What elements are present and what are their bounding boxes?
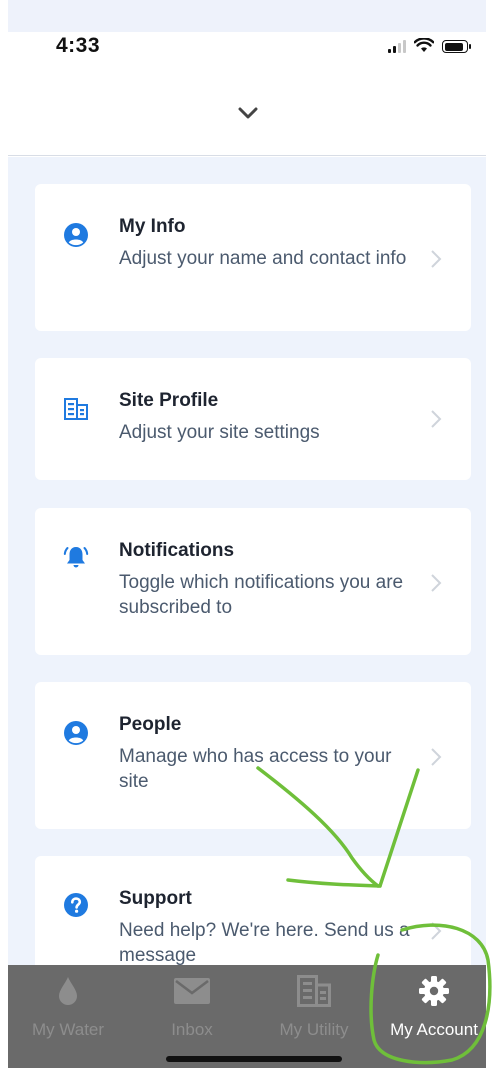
card-description: Manage who has access to your site — [119, 746, 392, 792]
tab-inbox[interactable]: Inbox — [142, 965, 242, 1045]
chevron-right-icon — [431, 574, 442, 592]
chevron-down-icon[interactable] — [233, 100, 263, 126]
home-indicator — [166, 1056, 342, 1062]
tab-my-account[interactable]: My Account — [382, 965, 486, 1045]
card-description: Need help? We're here. Send us a message — [119, 920, 410, 965]
phone-screen: 4:33 My Info Adjust your name and contac… — [8, 32, 486, 1068]
chevron-right-icon — [431, 922, 442, 940]
tab-label: My Water — [31, 1020, 105, 1039]
card-title: My Info — [119, 216, 186, 237]
card-description: Adjust your site settings — [119, 422, 320, 443]
card-title: People — [119, 714, 182, 735]
card-description: Toggle which notifications you are subsc… — [119, 572, 404, 618]
card-people[interactable]: People Manage who has access to your sit… — [35, 682, 471, 829]
card-title: Site Profile — [119, 390, 219, 411]
wifi-icon — [414, 38, 434, 52]
question-circle-icon — [63, 892, 89, 918]
card-my-info[interactable]: My Info Adjust your name and contact inf… — [35, 184, 471, 331]
bell-icon — [63, 544, 89, 570]
user-circle-icon — [63, 720, 89, 746]
card-title: Notifications — [119, 540, 235, 561]
status-bar: 4:33 — [8, 32, 486, 66]
status-time: 4:33 — [56, 34, 101, 57]
cellular-signal-icon — [388, 39, 406, 53]
chevron-right-icon — [431, 250, 442, 268]
building-icon — [63, 396, 89, 422]
header — [8, 66, 486, 156]
tab-label: Inbox — [171, 1020, 213, 1039]
chevron-right-icon — [431, 410, 442, 428]
status-icons — [388, 38, 471, 53]
water-drop-icon — [57, 975, 79, 1007]
card-site-profile[interactable]: Site Profile Adjust your site settings — [35, 358, 471, 480]
tab-label: My Account — [390, 1020, 478, 1039]
card-notifications[interactable]: Notifications Toggle which notifications… — [35, 508, 471, 655]
card-title: Support — [119, 888, 192, 909]
gear-icon — [418, 975, 450, 1007]
battery-icon — [442, 40, 471, 53]
tab-my-water[interactable]: My Water — [16, 965, 120, 1045]
tab-label: My Utility — [279, 1020, 349, 1039]
top-strip — [8, 0, 486, 32]
account-menu-list[interactable]: My Info Adjust your name and contact inf… — [8, 157, 486, 965]
tab-my-utility[interactable]: My Utility — [264, 965, 364, 1045]
chevron-right-icon — [431, 748, 442, 766]
card-description: Adjust your name and contact info — [119, 248, 407, 269]
tab-bar: My Water Inbox My Utility My Account — [8, 965, 486, 1068]
user-circle-icon — [63, 222, 89, 248]
envelope-icon — [174, 975, 210, 1007]
building-icon — [297, 975, 331, 1007]
card-support[interactable]: Support Need help? We're here. Send us a… — [35, 856, 471, 965]
